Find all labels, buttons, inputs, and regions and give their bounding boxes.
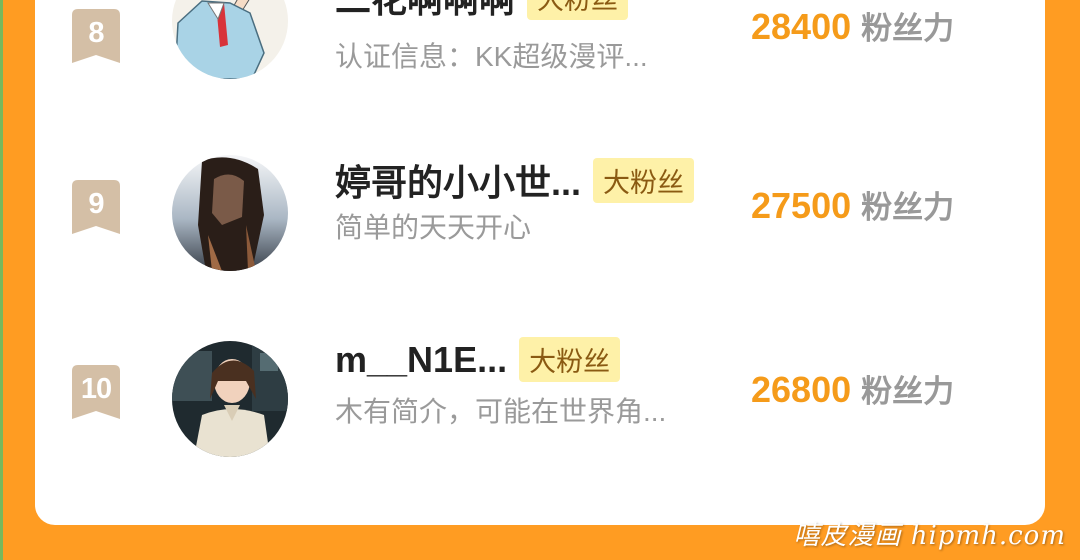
fan-power-unit: 粉丝力 [861,11,955,46]
user-name[interactable]: 二花啊啊啊 [335,0,515,23]
user-avatar[interactable] [172,0,288,79]
rank-badge: 8 [70,9,122,63]
ranking-row[interactable]: 8 二花啊啊啊大粉丝 认证信息：KK超级漫评... 28400 粉丝力 [35,0,1045,93]
name-line: 婷哥的小小世... 大粉丝 [335,154,695,206]
cartoon-girl-avatar-icon [172,0,288,79]
long-hair-photo-avatar-icon [172,155,288,271]
fan-power: 28400 粉丝力 [751,3,954,48]
fan-ranking-card: 8 二花啊啊啊大粉丝 认证信息：KK超级漫评... 28400粉丝力 [35,0,1045,525]
fan-power: 26800 粉丝力 [751,366,954,411]
user-description: 认证信息：KK超级漫评... [335,41,648,72]
fan-level-badge: 大粉丝 [519,337,621,382]
fan-power-value: 28400 [751,6,852,47]
fan-power-unit: 粉丝力 [861,190,955,225]
user-name[interactable]: m__N1E... [335,339,507,381]
rank-badge: 10 [70,365,122,419]
page-edge-strip [0,0,3,560]
ranking-row[interactable]: 10 m__N1E... 大粉丝 木有简介，可能在世界角... 26800 粉丝力 [35,337,1045,462]
user-avatar[interactable] [172,155,288,271]
user-description: 木有简介，可能在世界角... [335,396,667,427]
user-name[interactable]: 婷哥的小小世... [335,154,581,206]
fan-power-value: 26800 [751,369,852,410]
rank-number: 8 [88,17,104,49]
fan-power: 27500 粉丝力 [751,182,954,227]
fan-power-unit: 粉丝力 [861,374,955,409]
fan-power-value: 27500 [751,185,852,226]
name-line: 二花啊啊啊大粉丝 [335,0,629,23]
user-avatar[interactable] [172,341,288,457]
user-description: 简单的天天开心 [335,212,532,243]
woman-photo-avatar-icon [172,341,288,457]
fan-level-badge: 大粉丝 [593,157,695,203]
fan-level-badge: 大粉丝 [527,0,629,20]
name-line: m__N1E... 大粉丝 [335,337,621,382]
rank-number: 10 [80,373,112,405]
site-watermark: 嘻皮漫画 hipmh.com [793,521,1066,551]
rank-number: 9 [88,188,104,220]
ranking-row[interactable]: 9 婷哥的小小世... 大粉丝 简单的天天开心 27500 粉丝力 [35,155,1045,278]
rank-badge: 9 [70,180,122,234]
